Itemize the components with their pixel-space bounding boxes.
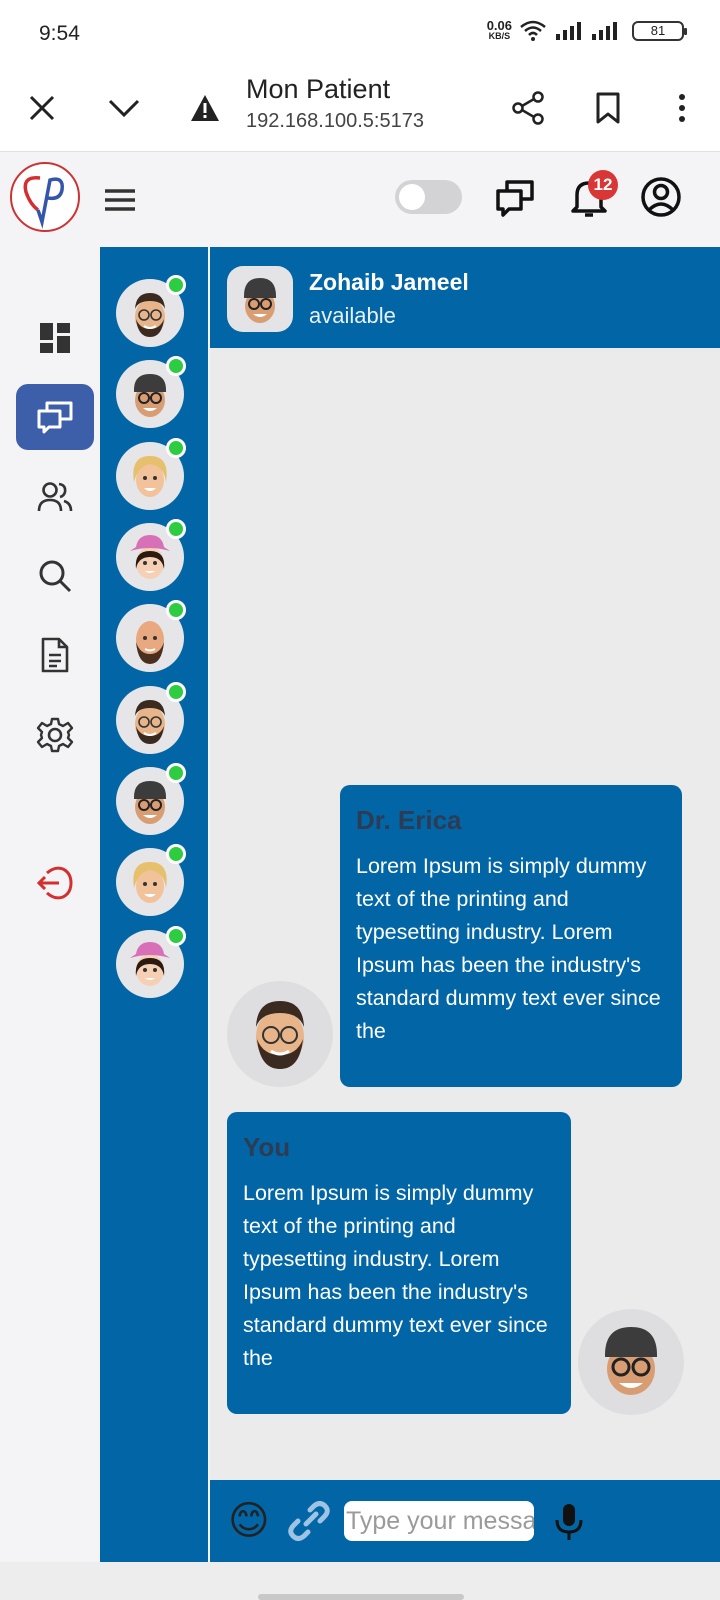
users-icon: [37, 482, 73, 512]
page-url[interactable]: 192.168.100.5:5173: [246, 110, 424, 133]
online-indicator: [166, 682, 186, 702]
sender-avatar: [578, 1309, 684, 1415]
bookmark-icon[interactable]: [586, 86, 630, 130]
online-indicator: [166, 356, 186, 376]
status-time: 9:54: [39, 22, 80, 45]
message-bubble: You Lorem Ipsum is simply dummy text of …: [227, 1112, 571, 1414]
close-icon[interactable]: [20, 86, 64, 130]
nav-logout[interactable]: [16, 850, 94, 916]
chat-contact-name: Zohaib Jameel: [309, 269, 469, 295]
toggle-knob: [399, 184, 425, 210]
search-icon: [39, 560, 72, 593]
chat-contact-status: available: [309, 303, 396, 328]
contact-avatar[interactable]: [116, 682, 186, 754]
signal-icon: [556, 22, 581, 40]
online-indicator: [166, 275, 186, 295]
nav-dashboard[interactable]: [16, 305, 94, 371]
notification-badge: 12: [588, 170, 618, 200]
online-indicator: [166, 519, 186, 539]
chat-icon: [37, 401, 73, 434]
more-icon[interactable]: [660, 86, 704, 130]
message-bubble: Dr. Erica Lorem Ipsum is simply dummy te…: [340, 785, 682, 1087]
messages-icon[interactable]: [492, 174, 538, 220]
emoji-button[interactable]: 😊: [228, 1498, 270, 1544]
message-text: Lorem Ipsum is simply dummy text of the …: [356, 854, 661, 1043]
online-indicator: [166, 926, 186, 946]
battery-icon: 81: [632, 21, 687, 41]
profile-icon[interactable]: [638, 174, 684, 220]
wifi-icon: [520, 20, 546, 41]
message-composer: 😊: [210, 1480, 720, 1562]
online-indicator: [166, 844, 186, 864]
menu-icon[interactable]: [100, 180, 140, 220]
chat-header: Zohaib Jameel available: [210, 247, 720, 348]
contact-avatar[interactable]: [116, 844, 186, 916]
dashboard-icon: [40, 323, 70, 353]
message-sender: Dr. Erica: [356, 805, 462, 835]
settings-icon: [36, 717, 74, 753]
document-icon: [41, 637, 69, 673]
chat-contact-avatar[interactable]: [227, 266, 293, 332]
nav-documents[interactable]: [16, 622, 94, 688]
nav-search[interactable]: [16, 543, 94, 609]
warning-icon[interactable]: [183, 86, 227, 130]
message-text: Lorem Ipsum is simply dummy text of the …: [243, 1181, 548, 1370]
status-icons: 0.06 KB/S 81: [487, 19, 687, 42]
online-indicator: [166, 438, 186, 458]
logout-icon: [37, 866, 73, 900]
message-sender: You: [243, 1132, 291, 1162]
status-bar: 9:54 0.06 KB/S 81: [0, 0, 720, 70]
chat-panel: Zohaib Jameel available Dr. Erica Lorem …: [210, 247, 720, 1562]
signal-icon-2: [592, 22, 617, 40]
nav-chat[interactable]: [16, 384, 94, 450]
browser-bar: Mon Patient 192.168.100.5:5173: [0, 70, 720, 152]
chevron-down-icon[interactable]: [102, 86, 146, 130]
nav-settings[interactable]: [16, 702, 94, 768]
app-logo[interactable]: [10, 162, 80, 232]
contact-avatar[interactable]: [116, 356, 186, 428]
attach-link-icon[interactable]: [286, 1498, 332, 1544]
contact-avatar[interactable]: [116, 275, 186, 347]
home-indicator[interactable]: [258, 1594, 464, 1600]
page-title: Mon Patient: [246, 74, 391, 104]
network-speed-unit: KB/S: [488, 31, 511, 41]
contact-avatar[interactable]: [116, 600, 186, 672]
contact-avatar[interactable]: [116, 763, 186, 835]
contacts-list: [100, 247, 208, 1562]
online-indicator: [166, 600, 186, 620]
online-indicator: [166, 763, 186, 783]
app-header: [0, 152, 720, 247]
contact-avatar[interactable]: [116, 519, 186, 591]
contact-avatar[interactable]: [116, 438, 186, 510]
sender-avatar: [227, 981, 333, 1087]
network-speed: 0.06 KB/S: [487, 19, 512, 42]
share-icon[interactable]: [506, 86, 550, 130]
nav-patients[interactable]: [16, 464, 94, 530]
message-input[interactable]: [344, 1501, 534, 1541]
contact-avatar[interactable]: [116, 926, 186, 998]
theme-toggle[interactable]: [395, 180, 462, 214]
microphone-icon[interactable]: [546, 1498, 592, 1544]
